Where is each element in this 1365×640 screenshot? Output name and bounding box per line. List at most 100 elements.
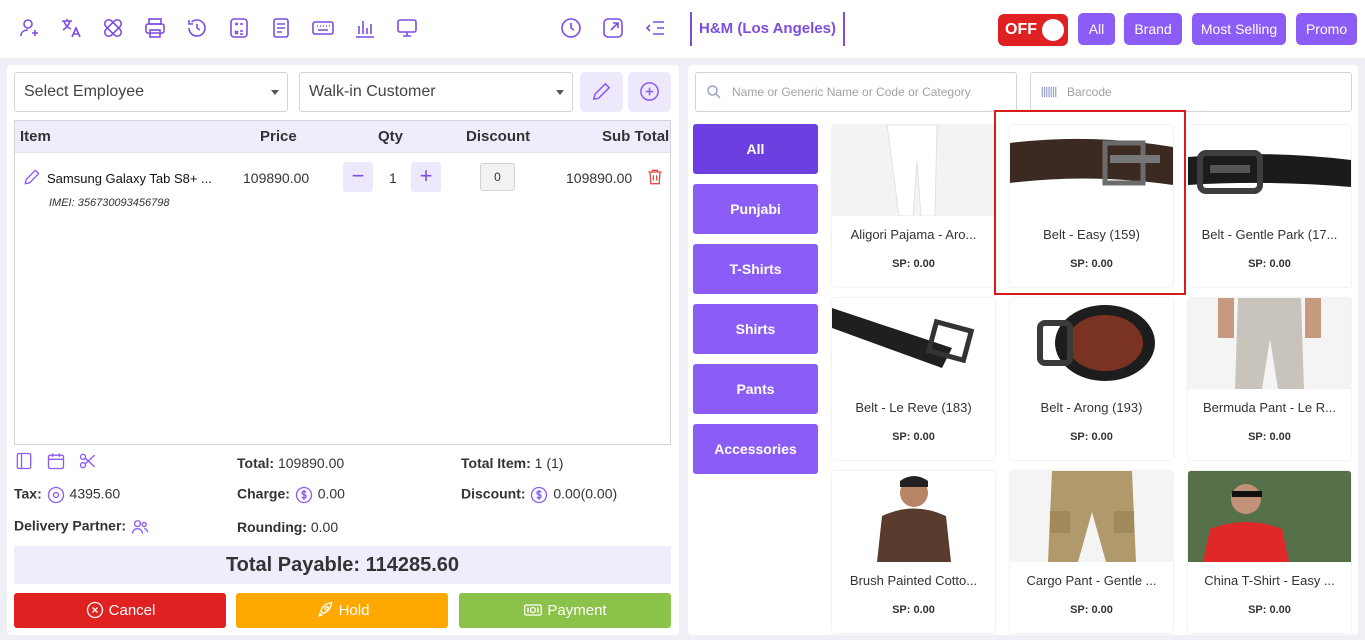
total-value: 109890.00 <box>277 455 345 471</box>
charge-line: Charge: 0.00 <box>237 485 345 505</box>
barcode-input[interactable]: Barcode <box>1030 72 1352 112</box>
product-card[interactable]: Aligori Pajama - Aro... SP: 0.00 <box>832 125 995 287</box>
item-subtotal: 109890.00 <box>566 170 633 186</box>
notes-icon[interactable] <box>14 451 34 471</box>
product-price: SP: 0.00 <box>892 258 935 270</box>
rounding-line: Rounding: 0.00 <box>237 519 338 535</box>
filter-all-button[interactable]: All <box>1078 13 1115 45</box>
collapse-menu-icon[interactable] <box>643 16 667 40</box>
product-price: SP: 0.00 <box>892 431 935 443</box>
filter-brand-button[interactable]: Brand <box>1124 13 1182 45</box>
filter-most-selling-button[interactable]: Most Selling <box>1192 13 1286 45</box>
barcode-placeholder: Barcode <box>1067 85 1112 99</box>
employee-select-value: Select Employee <box>24 83 145 100</box>
charge-label: Charge: <box>237 485 290 502</box>
product-image <box>1188 471 1351 562</box>
item-qty: 1 <box>389 170 397 186</box>
product-name: Cargo Pant - Gentle ... <box>1026 573 1157 588</box>
category-t-shirts[interactable]: T-Shirts <box>693 244 818 294</box>
product-card[interactable]: Cargo Pant - Gentle ... SP: 0.00 <box>1010 471 1173 633</box>
item-imei: IMEI: 356730093456798 <box>49 197 170 209</box>
translate-icon[interactable] <box>59 16 83 40</box>
charge-value: 0.00 <box>317 485 345 502</box>
delete-icon[interactable] <box>645 166 665 188</box>
hold-button[interactable]: Hold <box>236 593 448 628</box>
category-shirts[interactable]: Shirts <box>693 304 818 354</box>
product-card[interactable]: Belt - Gentle Park (17... SP: 0.00 <box>1188 125 1351 287</box>
edit-item-icon[interactable] <box>22 167 42 187</box>
item-price: 109890.00 <box>243 170 310 186</box>
clock-icon[interactable] <box>559 16 583 40</box>
bar-chart-icon[interactable] <box>353 16 377 40</box>
product-name: Belt - Arong (193) <box>1040 400 1143 415</box>
category-punjabi[interactable]: Punjabi <box>693 184 818 234</box>
product-image <box>832 298 995 389</box>
payment-button[interactable]: Payment <box>459 593 671 628</box>
monitor-icon[interactable] <box>395 16 419 40</box>
product-name: Brush Painted Cotto... <box>849 573 978 588</box>
online-toggle[interactable]: OFF <box>998 14 1068 46</box>
total-label: Total: <box>237 455 275 471</box>
qty-increase-button[interactable]: + <box>411 162 441 192</box>
item-discount-input[interactable]: 0 <box>480 163 515 191</box>
total-payable: Total Payable: 114285.60 <box>14 546 671 584</box>
store-name: H&M (Los Angeles) <box>690 12 845 46</box>
rocket-icon <box>317 601 333 617</box>
product-price: SP: 0.00 <box>1248 258 1291 270</box>
product-price: SP: 0.00 <box>1248 604 1291 616</box>
dollar-circle-icon[interactable] <box>529 485 549 505</box>
product-search-input[interactable]: Name or Generic Name or Code or Category <box>695 72 1017 112</box>
scissors-icon[interactable] <box>78 451 98 471</box>
col-item: Item <box>20 128 51 145</box>
category-pants[interactable]: Pants <box>693 364 818 414</box>
tax-line: Tax: 4395.60 <box>14 485 120 505</box>
users-icon[interactable] <box>130 517 150 537</box>
keyboard-icon[interactable] <box>311 16 335 40</box>
product-card[interactable]: Belt - Le Reve (183) SP: 0.00 <box>832 298 995 460</box>
toggle-label: OFF <box>1005 21 1037 38</box>
cart-row: Samsung Galaxy Tab S8+ ... IMEI: 3567300… <box>15 152 670 212</box>
search-icon <box>707 85 721 99</box>
qty-decrease-button[interactable]: − <box>343 162 373 192</box>
category-all[interactable]: All <box>693 124 818 174</box>
col-discount: Discount <box>466 128 531 145</box>
history-icon[interactable] <box>185 16 209 40</box>
employee-select[interactable]: Select Employee <box>14 72 288 112</box>
product-card[interactable]: China T-Shirt - Easy ... SP: 0.00 <box>1188 471 1351 633</box>
product-card[interactable]: Brush Painted Cotto... SP: 0.00 <box>832 471 995 633</box>
printer-icon[interactable] <box>143 16 167 40</box>
product-card[interactable]: Belt - Arong (193) SP: 0.00 <box>1010 298 1173 460</box>
product-name: Bermuda Pant - Le R... <box>1203 400 1336 415</box>
product-card[interactable]: Bermuda Pant - Le R... SP: 0.00 <box>1188 298 1351 460</box>
rounding-value: 0.00 <box>310 519 339 535</box>
discount-value: 0.00(0.00) <box>553 485 618 502</box>
user-icon[interactable] <box>17 16 41 40</box>
filter-promo-button[interactable]: Promo <box>1296 13 1357 45</box>
hold-label: Hold <box>338 602 370 619</box>
add-customer-button[interactable] <box>628 72 671 112</box>
payment-label: Payment <box>547 602 607 619</box>
product-image <box>1010 471 1173 562</box>
barcode-icon <box>1041 86 1057 98</box>
bandage-icon[interactable] <box>101 16 125 40</box>
category-accessories[interactable]: Accessories <box>693 424 818 474</box>
customer-select[interactable]: Walk-in Customer <box>299 72 573 112</box>
customer-select-value: Walk-in Customer <box>309 83 436 100</box>
calendar-icon[interactable] <box>46 451 66 471</box>
chevron-down-icon <box>271 90 279 95</box>
col-qty: Qty <box>378 128 404 145</box>
plus-circle-icon <box>640 82 659 101</box>
product-name: Belt - Gentle Park (17... <box>1201 227 1338 242</box>
calculator-icon[interactable] <box>227 16 251 40</box>
product-image <box>1188 125 1351 216</box>
edit-customer-button[interactable] <box>580 72 623 112</box>
eye-icon[interactable] <box>46 485 66 505</box>
cancel-button[interactable]: Cancel <box>14 593 226 628</box>
col-subtotal: Sub Total <box>602 128 670 145</box>
document-icon[interactable] <box>269 16 293 40</box>
dollar-circle-icon[interactable] <box>294 485 314 505</box>
search-placeholder: Name or Generic Name or Code or Category <box>732 85 971 99</box>
product-price: SP: 0.00 <box>1248 431 1291 443</box>
expand-icon[interactable] <box>601 16 625 40</box>
pencil-icon <box>592 82 611 101</box>
